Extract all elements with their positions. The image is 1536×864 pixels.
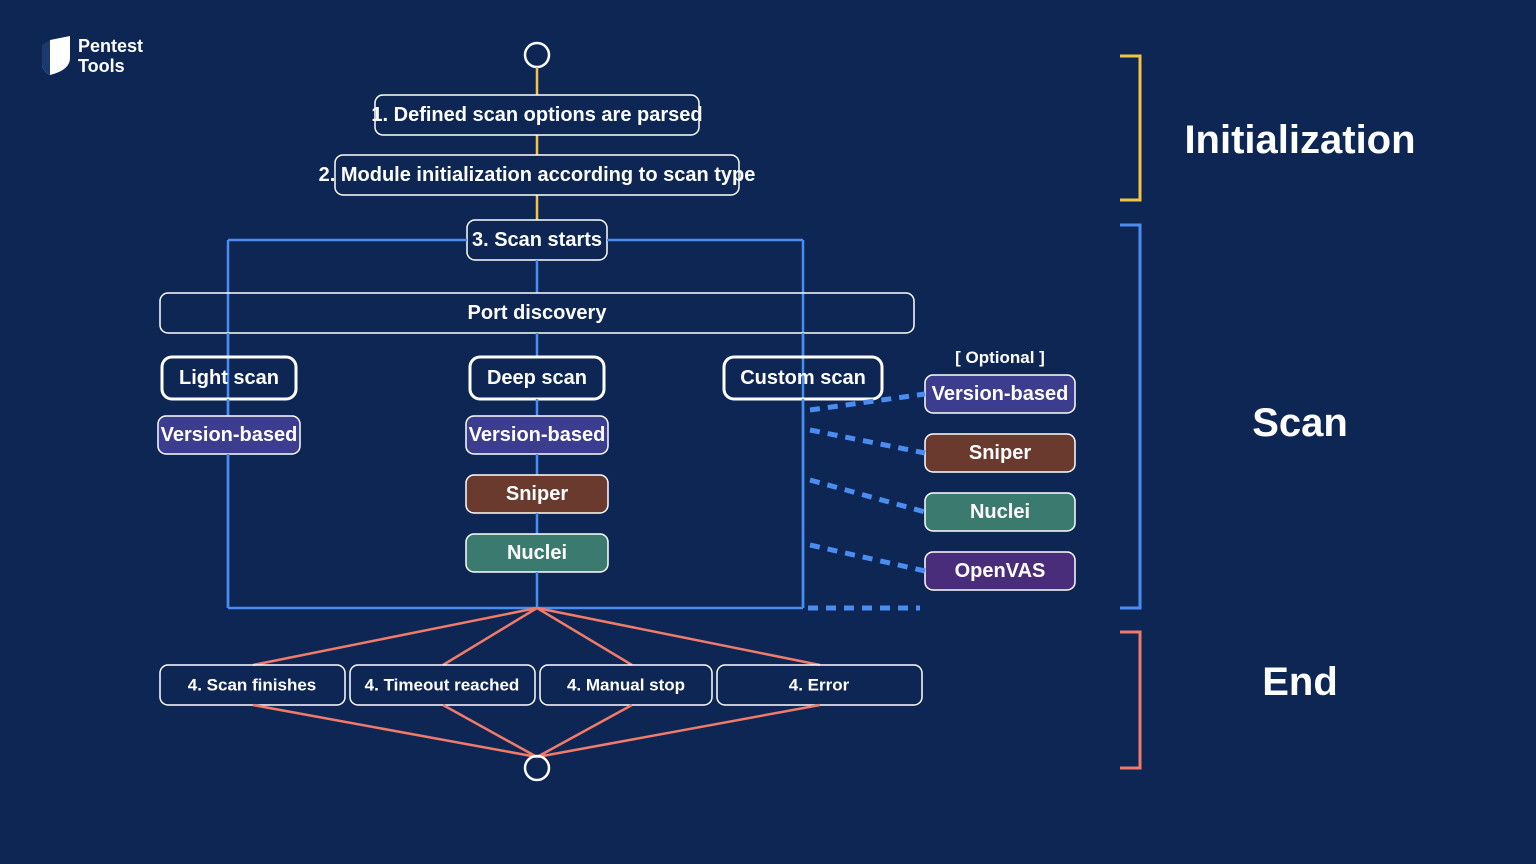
opt-sniper-label: Sniper [969,442,1031,464]
dash-3 [810,480,925,512]
end-manual-label: 4. Manual stop [567,676,685,695]
start-node [525,43,549,67]
deep-version-label: Version-based [469,424,606,446]
deep-nuclei-label: Nuclei [507,542,567,564]
step-2-label: 2. Module initialization according to sc… [319,164,756,186]
light-version-label: Version-based [161,424,298,446]
end-error-label: 4. Error [789,676,850,695]
logo-text-1: Pentest [78,36,143,56]
opt-openvas-label: OpenVAS [955,560,1046,582]
deep-scan-label: Deep scan [487,367,587,389]
end-node [525,756,549,780]
bracket-end: End [1120,632,1338,768]
port-discovery-label: Port discovery [468,302,608,324]
dash-4 [810,545,925,571]
section-scan-label: Scan [1252,401,1348,445]
end-finish-label: 4. Scan finishes [188,676,317,695]
custom-scan-label: Custom scan [740,367,866,389]
opt-nuclei-label: Nuclei [970,501,1030,523]
optional-label: [ Optional ] [955,348,1045,367]
deep-sniper-label: Sniper [506,483,568,505]
opt-version-label: Version-based [932,383,1069,405]
salmon-8 [537,705,820,757]
bracket-scan: Scan [1120,225,1348,608]
step-1-label: 1. Defined scan options are parsed [371,104,702,126]
dash-1 [810,394,925,410]
end-timeout-label: 4. Timeout reached [365,676,520,695]
logo-text-2: Tools [78,56,125,76]
salmon-1 [253,608,537,665]
logo: Pentest Tools [42,36,143,76]
step-3-label: 3. Scan starts [472,229,602,251]
salmon-5 [253,705,537,757]
salmon-4 [537,608,820,665]
dash-2 [810,430,925,453]
section-end-label: End [1262,660,1338,704]
bracket-init: Initialization [1120,56,1416,200]
section-init-label: Initialization [1184,118,1415,162]
light-scan-label: Light scan [179,367,279,389]
